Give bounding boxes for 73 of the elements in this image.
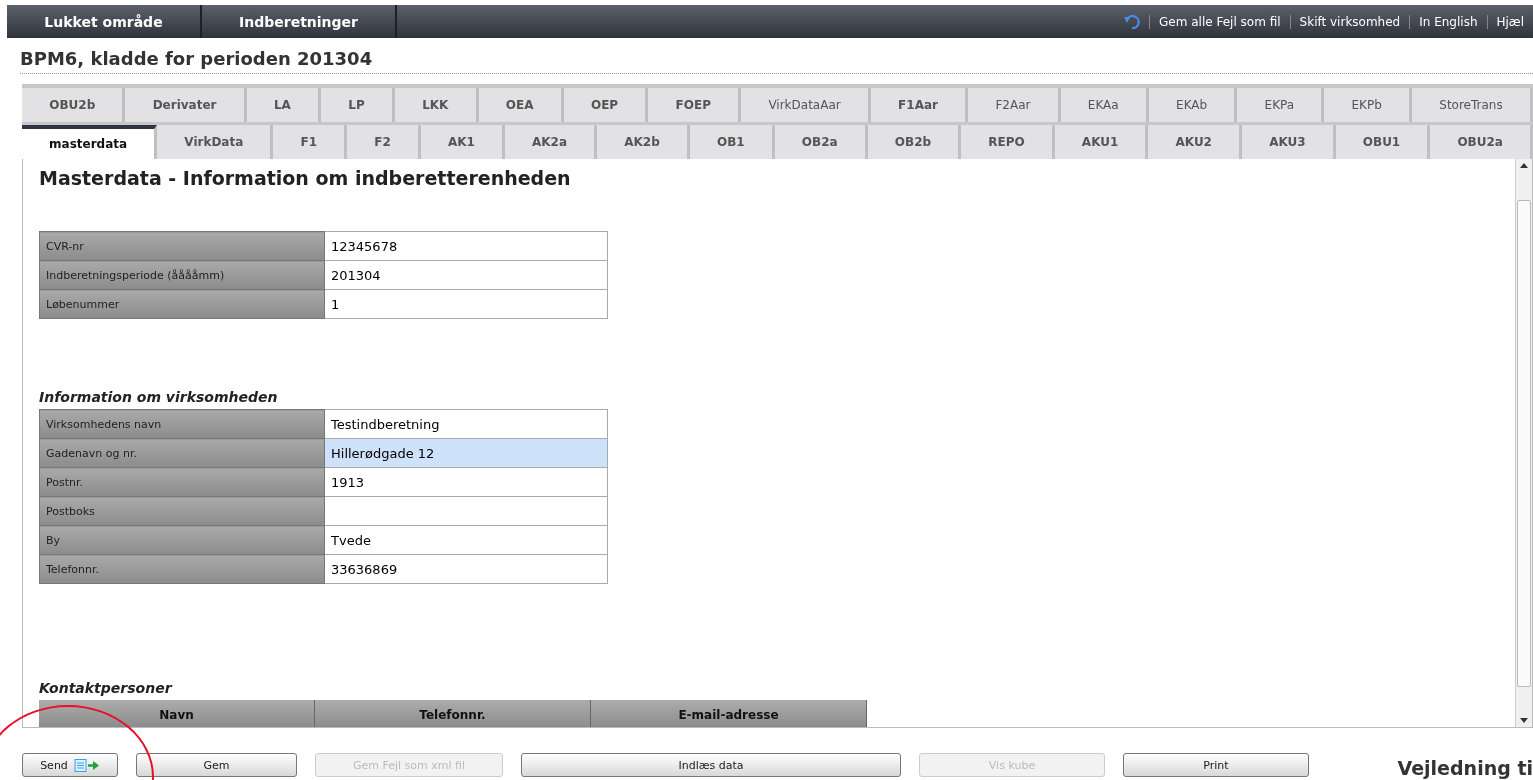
menu-item[interactable]: Lukket område	[7, 5, 202, 38]
tab[interactable]: OB1	[689, 125, 775, 159]
input-field[interactable]	[324, 496, 608, 526]
header-link[interactable]: Gem alle Fejl som fil	[1149, 14, 1290, 29]
header-link[interactable]: In English	[1409, 14, 1487, 29]
action-button[interactable]: Print	[1123, 753, 1309, 777]
tab[interactable]: OBU1	[1335, 125, 1431, 159]
tab[interactable]: F2	[347, 125, 421, 159]
tab[interactable]: EKPa	[1237, 88, 1325, 122]
page-title: BPM6, kladde for perioden 201304	[20, 48, 1533, 74]
tab[interactable]: LP	[321, 88, 395, 122]
field-label: Indberetningsperiode (ååååmm)	[39, 260, 325, 290]
section-heading: Masterdata - Information om indberetterenheden	[39, 167, 572, 189]
header-link[interactable]: Hjæl	[1486, 14, 1533, 29]
tab[interactable]: EKAb	[1148, 88, 1238, 122]
input-field[interactable]: 1	[324, 289, 608, 319]
tab[interactable]: AKU3	[1242, 125, 1336, 159]
tab[interactable]: Derivater	[125, 88, 247, 122]
field-label: Gadenavn og nr.	[39, 438, 325, 468]
column-header: Navn	[39, 700, 315, 727]
action-button[interactable]: Indlæs data	[521, 753, 901, 777]
tab[interactable]: StoreTrans	[1412, 88, 1533, 122]
scroll-down-icon[interactable]	[1520, 718, 1528, 723]
tab[interactable]: OB2b	[867, 125, 962, 159]
send-button[interactable]: Send	[22, 753, 118, 777]
scrollbar[interactable]	[1515, 159, 1532, 727]
field-label: Postboks	[39, 496, 325, 526]
tab[interactable]: AKU1	[1054, 125, 1149, 159]
tab[interactable]: OEA	[478, 88, 564, 122]
column-header: Telefonnr.	[314, 700, 591, 727]
input-field[interactable]: Testindberetning	[324, 409, 608, 439]
tab[interactable]: FOEP	[648, 88, 742, 122]
section-title: Kontaktpersoner	[39, 680, 174, 696]
tab[interactable]: OB2a	[774, 125, 868, 159]
tab[interactable]: F1	[273, 125, 348, 159]
document-arrow-icon	[73, 758, 100, 772]
tab[interactable]: LA	[246, 88, 322, 122]
field-label: By	[39, 525, 325, 555]
input-field[interactable]: 201304	[324, 260, 608, 290]
tab[interactable]: OEP	[563, 88, 649, 122]
field-label: Postnr.	[39, 467, 325, 497]
tab[interactable]: F2Aar	[968, 88, 1061, 122]
tab[interactable]: LKK	[394, 88, 479, 122]
undo-icon[interactable]	[1124, 14, 1141, 29]
header-link[interactable]: Skift virksomhed	[1289, 14, 1410, 29]
tab[interactable]: AK1	[420, 125, 505, 159]
tab[interactable]: OBU2a	[1430, 125, 1533, 159]
scroll-up-icon[interactable]	[1520, 163, 1528, 168]
input-field[interactable]: 1913	[324, 467, 608, 497]
section-title: Information om virksomheden	[39, 389, 279, 405]
guide-heading: Vejledning ti	[1397, 757, 1533, 779]
input-field[interactable]: 12345678	[324, 231, 608, 261]
field-label: CVR-nr	[39, 231, 325, 261]
tab[interactable]: AK2b	[597, 125, 690, 159]
tab[interactable]: OBU2b	[22, 88, 126, 122]
tab[interactable]: F1Aar	[870, 88, 969, 122]
tab[interactable]: AKU2	[1148, 125, 1243, 159]
column-header: E-mail-adresse	[590, 700, 867, 727]
field-label: Virksomhedens navn	[39, 409, 325, 439]
tab[interactable]: REPO	[961, 125, 1055, 159]
input-field[interactable]: Hillerødgade 12	[324, 438, 608, 468]
tab[interactable]: EKAa	[1060, 88, 1149, 122]
tab[interactable]: VirkData	[157, 125, 274, 159]
input-field[interactable]: 33636869	[324, 554, 608, 584]
action-button[interactable]: Gem	[136, 753, 297, 777]
tab[interactable]: VirkDataAar	[741, 88, 871, 122]
menu-item[interactable]: Indberetninger	[202, 5, 397, 38]
tab[interactable]: AK2a	[504, 125, 598, 159]
input-field[interactable]: Tvede	[324, 525, 608, 555]
field-label: Løbenummer	[39, 289, 325, 319]
field-label: Telefonnr.	[39, 554, 325, 584]
tab[interactable]: masterdata	[22, 125, 158, 159]
tab[interactable]: EKPb	[1324, 88, 1413, 122]
